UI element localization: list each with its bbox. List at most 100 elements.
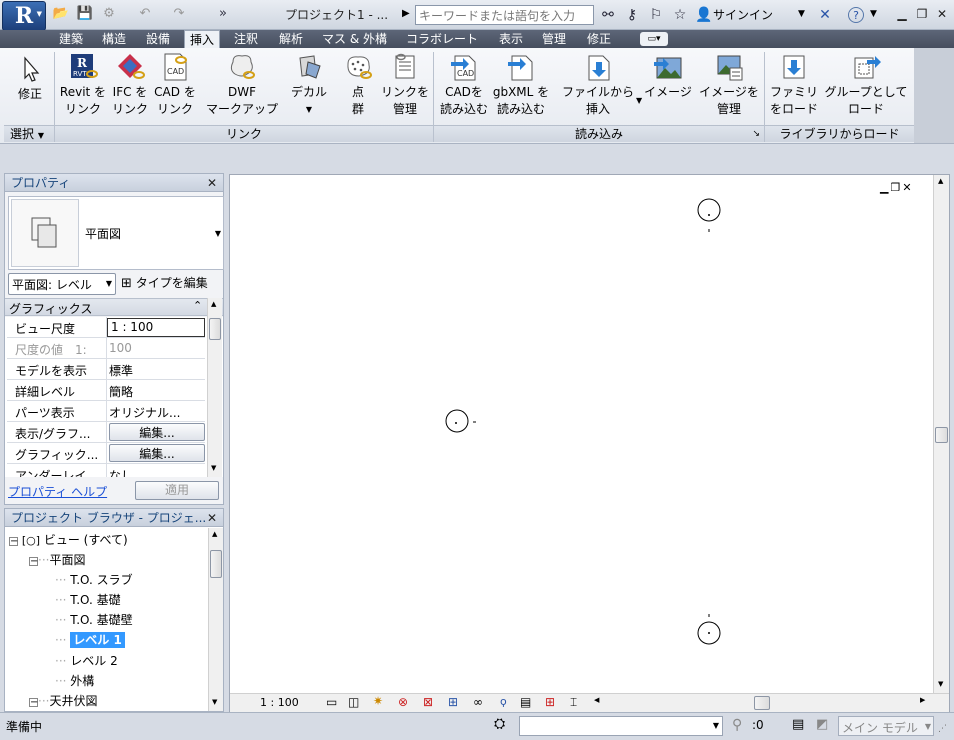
tree-ceiling-plans[interactable]: −···天井伏図 [29,692,97,709]
filter-icon[interactable]: ⚲ [732,717,742,733]
reveal-hidden-icon[interactable]: ϙ [500,695,507,708]
expand-arrow-icon[interactable]: ▶ [402,8,410,19]
tree-floor-plans[interactable]: −···平面図 [29,551,85,568]
property-row-detail-level[interactable]: 詳細レベル 簡略 [7,380,205,401]
insert-from-file-button[interactable]: ファイルから 挿入 [559,52,637,118]
browser-scrollbar[interactable]: ▲ ▼ [208,528,223,711]
scroll-thumb[interactable] [754,696,770,710]
edit-visibility-button[interactable]: 編集... [109,423,205,441]
dialog-launcher-icon[interactable]: ↘ [752,126,760,143]
scroll-right-icon[interactable]: ▶ [920,696,925,704]
more-tools-icon[interactable]: » [214,5,232,23]
tree-item[interactable]: ··· T.O. 基礎壁 [55,611,133,628]
close-icon[interactable]: ✕ [207,509,217,527]
tree-root[interactable]: − [○] ビュー (すべて) [9,531,128,548]
elevation-marker-south[interactable] [697,614,721,645]
application-menu-button[interactable]: R ▼ [2,1,46,31]
manage-images-button[interactable]: イメージを 管理 [696,52,762,118]
temporary-hide-icon[interactable]: ∞ [473,695,483,709]
manage-links-button[interactable]: リンクを 管理 [378,52,432,118]
detail-level-icon[interactable]: ▭ [326,695,337,709]
type-selector[interactable]: 平面図 ▼ [8,196,224,270]
scroll-thumb[interactable] [209,318,221,340]
shadows-icon[interactable]: ⊗ [398,695,408,709]
load-as-group-button[interactable]: グループとして ロード [821,52,911,118]
user-icon[interactable]: 👤 [694,5,714,25]
properties-help-link[interactable]: プロパティ ヘルプ [8,483,107,500]
load-family-button[interactable]: ファミリ をロード [767,52,821,118]
image-button[interactable]: イメージ [642,52,694,101]
tab-systems[interactable]: 設備 [141,30,175,48]
tree-item[interactable]: ··· 外構 [55,672,94,689]
modify-button[interactable]: 修正 [6,54,54,103]
tree-item-selected[interactable]: ··· レベル 1 [55,631,125,648]
star-icon[interactable]: ☆ [670,5,690,25]
tab-architecture[interactable]: 建築 [54,30,88,48]
tab-view[interactable]: 表示 [494,30,528,48]
view-scale-input[interactable]: 1 : 100 [107,318,205,337]
save-icon[interactable]: 💾 [76,5,94,23]
view-instance-selector[interactable]: 平面図: レベル ▼ [8,273,116,295]
properties-scrollbar[interactable]: ▲ ▼ [207,298,222,477]
tab-manage[interactable]: 管理 [537,30,571,48]
property-row-underlay[interactable]: アンダーレイ なし [7,464,205,477]
subscription-icon[interactable]: ⚐ [646,5,666,25]
temporary-view-icon[interactable]: ▤ [520,695,531,709]
redo-icon[interactable]: ↷ [170,5,188,23]
design-options-icon[interactable]: ▤ [792,717,804,732]
tab-annotate[interactable]: 注釈 [229,30,263,48]
collapse-icon[interactable]: − [29,698,38,708]
chevron-down-icon[interactable]: ▼ [798,9,805,19]
sun-path-icon[interactable]: ✷ [373,694,383,708]
worksets-icon[interactable]: ⛭ [494,716,505,732]
tab-massing-site[interactable]: マス & 外構 [317,30,392,48]
tab-collaborate[interactable]: コラボレート [401,30,483,48]
property-row-parts-visibility[interactable]: パーツ表示 オリジナル... [7,401,205,422]
scroll-up-icon[interactable]: ▲ [211,300,216,308]
graphics-section-header[interactable]: グラフィックス ⌃ [5,298,223,316]
sync-icon[interactable]: ⚙ [100,5,118,23]
crop-view-icon[interactable]: ⊠ [423,695,433,709]
design-option-dropdown[interactable]: メイン モデル ▼ [838,716,934,736]
workset-dropdown[interactable]: ▼ [519,716,723,736]
elevation-marker-north[interactable] [697,198,721,232]
link-revit-button[interactable]: RVT R Revit を リンク [58,52,108,118]
drawing-canvas[interactable]: ▁❐✕ ▲ ▼ 1 : 100 ▭ ◫ ✷ ⊗ ⊠ ⊞ ∞ ϙ ▤ ⊞ ⌶ ◀ … [229,174,950,712]
link-ifc-button[interactable]: IFC を リンク [108,52,152,118]
ribbon-minimize-toggle[interactable]: ▭▾ [640,32,668,46]
exchange-apps-icon[interactable]: ✕ [815,5,835,25]
editable-only-icon[interactable]: ◩ [816,717,828,732]
tab-structure[interactable]: 構造 [97,30,131,48]
link-cad-button[interactable]: CAD CAD を リンク [152,52,198,118]
decal-button[interactable]: デカル ▼ [286,52,332,118]
property-row-display-model[interactable]: モデルを表示 標準 [7,359,205,380]
undo-icon[interactable]: ↶ [136,5,154,23]
tree-item[interactable]: ··· T.O. スラブ [55,571,133,588]
help-icon[interactable]: ? [848,7,864,23]
panel-select[interactable]: 選択 ▼ [4,125,54,142]
sign-in-button[interactable]: サインイン [713,6,773,23]
restore-button[interactable]: ❐ [914,6,930,22]
tab-modify[interactable]: 修正 [582,30,616,48]
collapse-icon[interactable]: − [9,537,18,547]
scroll-down-icon[interactable]: ▼ [212,698,217,706]
tree-item[interactable]: ··· レベル 2 [55,652,118,669]
tab-analyze[interactable]: 解析 [274,30,308,48]
point-cloud-button[interactable]: 点 群 [338,52,378,118]
highlight-displacement-icon[interactable]: ⌶ [570,695,577,710]
collapse-icon[interactable]: − [29,557,38,567]
visual-style-icon[interactable]: ◫ [348,695,359,709]
resize-grip-icon[interactable]: ⋰ [938,724,947,734]
analytical-model-icon[interactable]: ⊞ [545,695,555,709]
close-icon[interactable]: ✕ [207,174,217,192]
edit-type-button[interactable]: ⊞ タイプを編集 [121,273,225,295]
canvas-vertical-scrollbar[interactable]: ▲ ▼ [933,175,949,693]
scroll-thumb[interactable] [935,427,948,443]
open-icon[interactable]: 📂 [52,5,70,23]
edit-graphic-display-button[interactable]: 編集... [109,444,205,462]
elevation-marker-west[interactable] [445,409,476,433]
apply-button[interactable]: 適用 [135,481,219,500]
chevron-down-icon[interactable]: ▼ [870,9,877,19]
scroll-left-icon[interactable]: ◀ [594,696,599,704]
scroll-thumb[interactable] [210,550,222,578]
